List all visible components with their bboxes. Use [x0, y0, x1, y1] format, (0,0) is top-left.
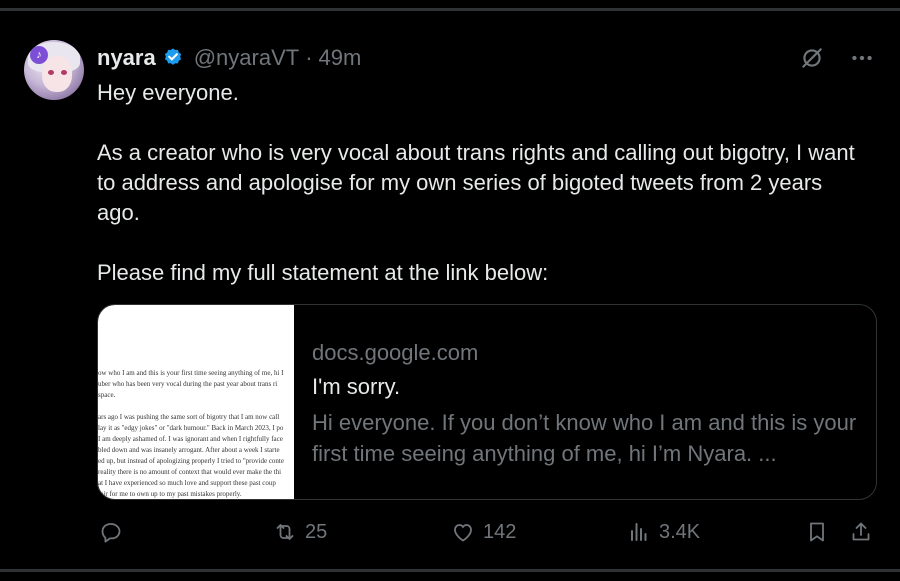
author-handle[interactable]: @nyaraVT [194, 45, 299, 71]
document-thumbnail: ow who I am and this is your first time … [98, 305, 294, 499]
tweet-header: nyara @nyaraVT · 49m [97, 44, 361, 72]
verified-badge-icon [162, 47, 184, 69]
thumbnail-text-line: ed up, but instead of apologizing proper… [98, 457, 284, 465]
author-name[interactable]: nyara [97, 45, 156, 71]
repost-count: 25 [305, 520, 328, 543]
thumbnail-text-line: ow who I am and this is your first time … [98, 369, 284, 377]
tweet-paragraph: As a creator who is very vocal about tra… [97, 140, 855, 225]
analytics-icon [631, 523, 647, 541]
tweet-paragraph: Please find my full statement at the lin… [97, 260, 549, 285]
share-button[interactable] [849, 520, 873, 544]
card-title: I'm sorry. [312, 374, 401, 399]
thumbnail-text-line: lay it as "edgy jokes" or "dark humour."… [98, 424, 284, 432]
timestamp[interactable]: 49m [319, 45, 362, 71]
separator-dot: · [305, 45, 313, 70]
share-icon [852, 522, 870, 541]
card-domain: docs.google.com [312, 340, 479, 365]
thumbnail-text-line: at I have experienced so much love and s… [98, 479, 276, 487]
tweet-body: Hey everyone. As a creator who is very v… [97, 78, 867, 288]
card-description: Hi everyone. If you don’t know who I am … [312, 410, 857, 466]
grok-icon[interactable] [798, 44, 826, 72]
tweet-top-actions [798, 44, 876, 72]
bottom-divider [0, 569, 900, 572]
avatar[interactable]: ♪ [24, 40, 84, 100]
avatar-eye [61, 70, 67, 75]
more-options-icon[interactable] [848, 44, 876, 72]
thumbnail-text-line: reality there is no amount of context th… [98, 468, 282, 476]
view-count: 3.4K [659, 520, 701, 543]
heart-icon [454, 524, 472, 542]
bookmark-icon [810, 522, 824, 542]
tweet-paragraph: Hey everyone. [97, 80, 239, 105]
card-body: docs.google.com I'm sorry. Hi everyone. … [294, 305, 876, 499]
repost-button[interactable]: 25 [273, 520, 327, 544]
thumbnail-text-line: ars ago I was pushing the same sort of b… [98, 413, 280, 421]
views-button[interactable]: 3.4K [627, 520, 700, 544]
avatar-eye [48, 70, 54, 75]
like-count: 142 [483, 520, 517, 543]
thumbnail-text-line: fair for me to own up to my past mistake… [98, 490, 242, 498]
avatar-badge: ♪ [30, 46, 48, 64]
thumbnail-text-line: space. [98, 391, 116, 399]
bookmark-button[interactable] [805, 520, 829, 544]
repost-icon [276, 524, 294, 540]
thumbnail-text-line: bled down and was insanely arrogant. Aft… [98, 446, 280, 454]
reply-icon [101, 523, 121, 543]
tweet-actions-bar: 25 142 3.4K [97, 520, 877, 552]
reply-button[interactable] [99, 520, 131, 544]
thumbnail-text-line: uber who has been very vocal during the … [98, 380, 278, 388]
top-divider [0, 8, 900, 11]
like-button[interactable]: 142 [451, 520, 516, 544]
avatar-face [42, 56, 72, 92]
thumbnail-text-line: I am deeply ashamed of. I was ignorant a… [98, 435, 283, 443]
link-preview-card[interactable]: ow who I am and this is your first time … [97, 304, 877, 500]
